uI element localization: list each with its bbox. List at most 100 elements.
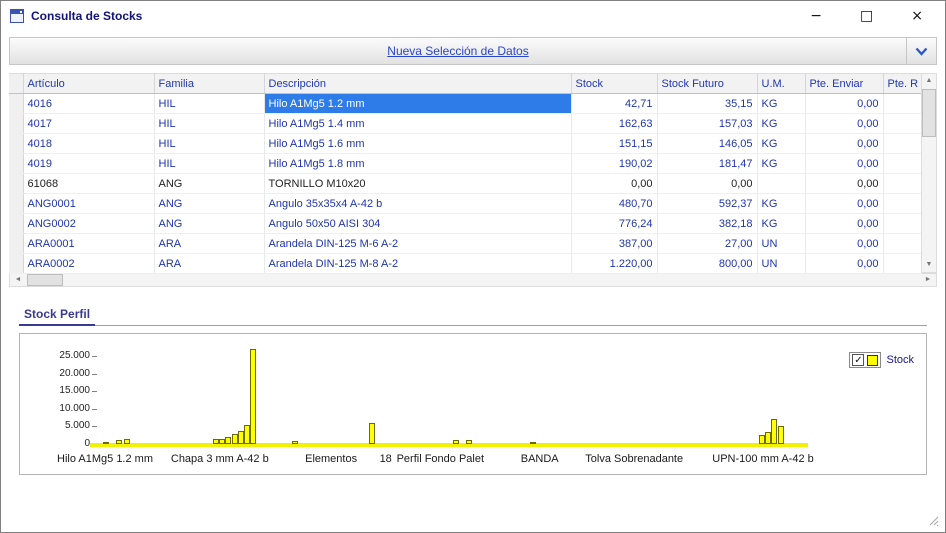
grid-horizontal-scrollbar[interactable]: ◄ ► [9, 273, 937, 287]
grid-cell[interactable]: 35,15 [657, 94, 757, 114]
new-data-selection-link[interactable]: Nueva Selección de Datos [10, 44, 906, 58]
column-header[interactable]: Stock Futuro [657, 74, 757, 94]
grid-cell[interactable]: 1.220,00 [571, 254, 657, 274]
column-header[interactable]: U.M. [757, 74, 805, 94]
grid-cell[interactable]: ANG [154, 214, 264, 234]
grid-cell[interactable]: 146,05 [657, 134, 757, 154]
grid-cell[interactable]: 800,00 [657, 254, 757, 274]
grid-cell[interactable]: KG [757, 114, 805, 134]
grid-cell[interactable]: 0,00 [805, 94, 883, 114]
grid-cell[interactable]: 190,02 [571, 154, 657, 174]
tab-stock-perfil[interactable]: Stock Perfil [19, 304, 95, 326]
grid-cell[interactable]: 0,00 [805, 234, 883, 254]
grid-cell[interactable]: HIL [154, 154, 264, 174]
grid-cell[interactable]: 592,37 [657, 194, 757, 214]
grid-cell[interactable]: KG [757, 214, 805, 234]
grid-cell[interactable]: HIL [154, 134, 264, 154]
grid-cell[interactable] [883, 154, 921, 174]
grid-cell[interactable]: Hilo A1Mg5 1.6 mm [264, 134, 571, 154]
grid-cell[interactable]: Angulo 35x35x4 A-42 b [264, 194, 571, 214]
grid-cell[interactable]: KG [757, 194, 805, 214]
grid-cell[interactable]: Angulo 50x50 AISI 304 [264, 214, 571, 234]
grid-cell[interactable]: 27,00 [657, 234, 757, 254]
grid-cell[interactable] [883, 234, 921, 254]
grid-cell[interactable]: 181,47 [657, 154, 757, 174]
vertical-scroll-track[interactable] [922, 88, 936, 258]
grid-cell[interactable]: 0,00 [805, 174, 883, 194]
grid-cell[interactable]: ANG0002 [23, 214, 154, 234]
column-header[interactable]: Artículo [23, 74, 154, 94]
grid-cell[interactable]: 42,71 [571, 94, 657, 114]
grid-cell[interactable]: ANG0001 [23, 194, 154, 214]
grid-cell[interactable]: KG [757, 94, 805, 114]
grid-cell[interactable]: ARA0002 [23, 254, 154, 274]
grid-cell[interactable]: ARA0001 [23, 234, 154, 254]
grid-cell[interactable]: HIL [154, 94, 264, 114]
maximize-button[interactable]: □ [856, 8, 877, 24]
grid-cell[interactable]: 0,00 [805, 214, 883, 234]
grid-cell[interactable]: ANG [154, 174, 264, 194]
grid-cell[interactable]: UN [757, 254, 805, 274]
grid-cell[interactable]: Hilo A1Mg5 1.8 mm [264, 154, 571, 174]
grid-cell[interactable]: HIL [154, 114, 264, 134]
grid-cell[interactable] [757, 174, 805, 194]
grid-cell[interactable]: KG [757, 154, 805, 174]
grid-cell[interactable]: 157,03 [657, 114, 757, 134]
grid-vertical-scrollbar[interactable]: ▲ ▼ [921, 73, 937, 273]
column-header[interactable]: Descripción [264, 74, 571, 94]
grid-cell[interactable]: Arandela DIN-125 M-6 A-2 [264, 234, 571, 254]
grid-cell[interactable]: 4017 [23, 114, 154, 134]
scroll-up-icon[interactable]: ▲ [922, 74, 936, 88]
legend-checkbox[interactable]: ✓ [852, 354, 864, 366]
column-header[interactable]: Stock [571, 74, 657, 94]
row-selector-cell[interactable] [9, 134, 23, 154]
row-selector-cell[interactable] [9, 254, 23, 274]
grid-cell[interactable]: 61068 [23, 174, 154, 194]
grid-cell[interactable]: 0,00 [805, 194, 883, 214]
horizontal-scroll-thumb[interactable] [27, 274, 63, 286]
grid-cell[interactable]: KG [757, 134, 805, 154]
expand-selection-button[interactable] [906, 38, 936, 64]
row-selector-cell[interactable] [9, 94, 23, 114]
column-header[interactable]: Familia [154, 74, 264, 94]
grid-cell[interactable]: 162,63 [571, 114, 657, 134]
grid-cell[interactable]: TORNILLO M10x20 [264, 174, 571, 194]
grid-cell[interactable]: 387,00 [571, 234, 657, 254]
grid-cell[interactable]: 4019 [23, 154, 154, 174]
close-button[interactable]: × [907, 8, 927, 24]
grid-cell[interactable]: 4018 [23, 134, 154, 154]
scroll-right-icon[interactable]: ► [920, 274, 936, 286]
grid-cell[interactable]: 0,00 [805, 114, 883, 134]
scroll-left-icon[interactable]: ◄ [10, 274, 26, 286]
grid-cell[interactable]: 0,00 [657, 174, 757, 194]
grid-cell[interactable] [883, 254, 921, 274]
row-selector-cell[interactable] [9, 194, 23, 214]
grid-cell[interactable] [883, 114, 921, 134]
row-selector-cell[interactable] [9, 114, 23, 134]
column-header[interactable]: Pte. R [883, 74, 921, 94]
grid-cell[interactable]: Arandela DIN-125 M-8 A-2 [264, 254, 571, 274]
grid-cell[interactable]: 480,70 [571, 194, 657, 214]
minimize-button[interactable]: − [806, 8, 826, 24]
grid-cell[interactable]: 0,00 [805, 134, 883, 154]
grid-cell[interactable]: ANG [154, 194, 264, 214]
scroll-down-icon[interactable]: ▼ [922, 258, 936, 272]
grid-cell[interactable]: 776,24 [571, 214, 657, 234]
grid-cell[interactable]: Hilo A1Mg5 1.2 mm [264, 94, 571, 114]
grid-cell[interactable]: ARA [154, 254, 264, 274]
grid-cell[interactable] [883, 174, 921, 194]
grid-cell[interactable] [883, 134, 921, 154]
grid-cell[interactable]: UN [757, 234, 805, 254]
row-selector-cell[interactable] [9, 234, 23, 254]
vertical-scroll-thumb[interactable] [922, 89, 936, 137]
grid-cell[interactable] [883, 194, 921, 214]
grid-cell[interactable]: 382,18 [657, 214, 757, 234]
grid-cell[interactable]: 0,00 [805, 154, 883, 174]
column-header[interactable]: Pte. Enviar [805, 74, 883, 94]
grid-cell[interactable] [883, 94, 921, 114]
grid-cell[interactable]: 151,15 [571, 134, 657, 154]
grid-cell[interactable]: 0,00 [805, 254, 883, 274]
row-selector-cell[interactable] [9, 214, 23, 234]
grid-cell[interactable] [883, 214, 921, 234]
grid-cell[interactable]: 4016 [23, 94, 154, 114]
